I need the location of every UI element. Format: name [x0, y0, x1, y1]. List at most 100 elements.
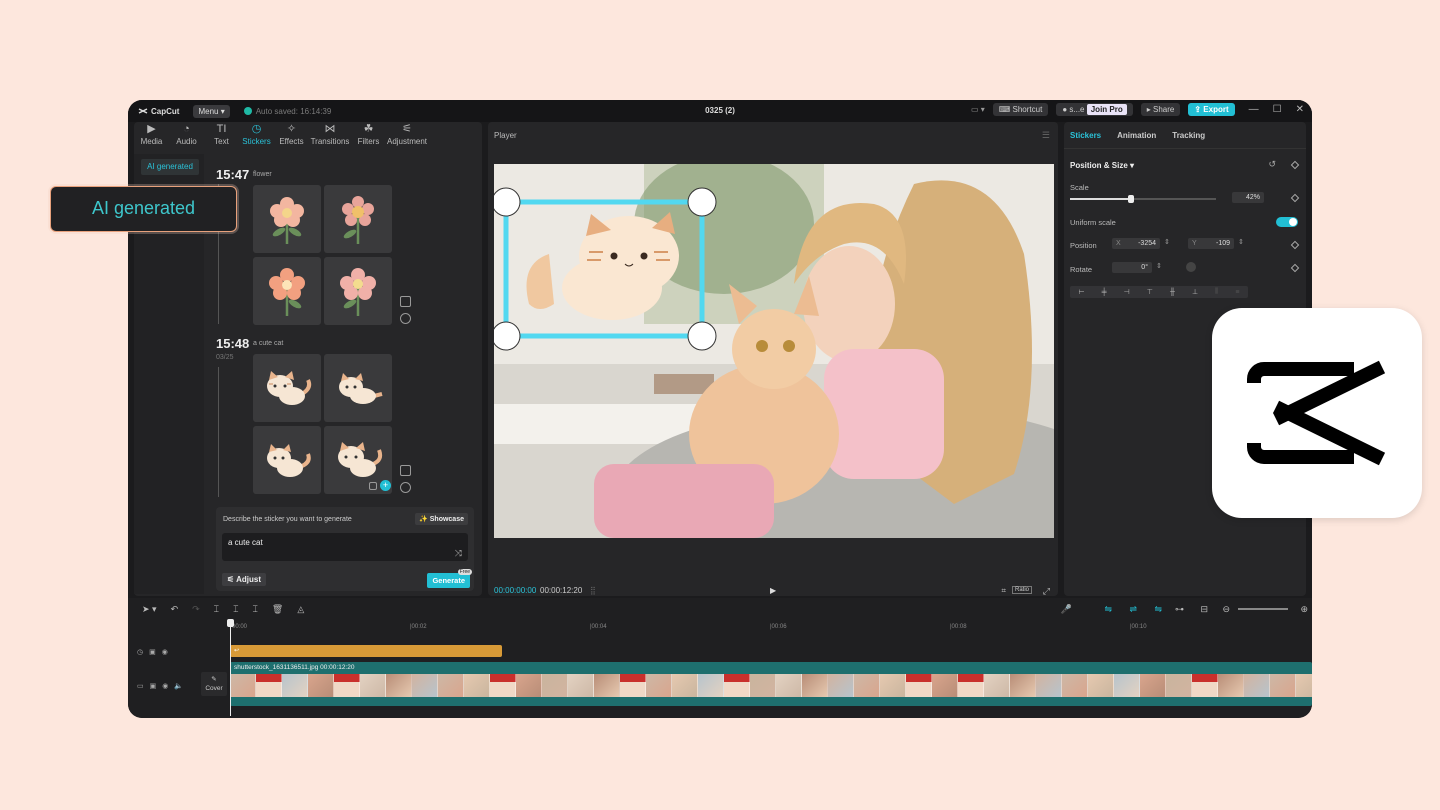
menu-icon[interactable]: ☰: [1042, 130, 1050, 141]
fullscreen-icon[interactable]: ⤢: [1043, 586, 1050, 597]
distribute-h-icon[interactable]: ⫼: [1215, 288, 1218, 296]
maximize-icon[interactable]: ☐: [1273, 104, 1282, 115]
captions-icon[interactable]: ⊟: [1200, 604, 1208, 615]
keyframe-icon[interactable]: [1290, 160, 1300, 170]
position-y-field[interactable]: Y -109: [1188, 238, 1234, 249]
share-button[interactable]: ▸ Share: [1140, 103, 1181, 116]
timecode-icon[interactable]: ⣿: [590, 586, 596, 595]
scale-slider[interactable]: [1070, 195, 1216, 203]
tab-filters[interactable]: ☘ Filters: [351, 124, 386, 147]
scale-slider-knob[interactable]: [1128, 195, 1135, 203]
keyframe-icon[interactable]: [1290, 263, 1300, 273]
zoom-slider[interactable]: [1238, 608, 1288, 610]
adjust-button[interactable]: ⚟ Adjust: [222, 573, 266, 586]
split-right-icon[interactable]: ⌶: [252, 604, 257, 615]
split-icon[interactable]: ⌶: [214, 604, 219, 615]
align-top-icon[interactable]: ⊤: [1147, 288, 1153, 296]
mirror-icon[interactable]: ◬: [297, 604, 304, 615]
align-center-icon[interactable]: ╪: [1102, 289, 1107, 296]
uniform-scale-toggle[interactable]: [1276, 217, 1298, 227]
position-x-field[interactable]: X -3254: [1112, 238, 1160, 249]
distribute-v-icon[interactable]: ≡: [1235, 289, 1239, 296]
export-button[interactable]: ⇪ Export: [1188, 103, 1235, 116]
regenerate-icon[interactable]: [400, 482, 411, 493]
microphone-icon[interactable]: 🎤: [1061, 604, 1072, 615]
tab-tracking[interactable]: Tracking: [1172, 131, 1205, 140]
generate-button[interactable]: Generate: [427, 573, 470, 588]
tab-effects[interactable]: ✧ Effects: [274, 124, 309, 147]
align-right-icon[interactable]: ⊣: [1124, 288, 1130, 296]
edit-icon[interactable]: [400, 465, 411, 476]
preview-axis-icon[interactable]: ⇋: [1154, 604, 1162, 615]
undo-icon[interactable]: ↶: [171, 604, 179, 615]
video-thumbnail: [490, 674, 516, 697]
sticker-clip[interactable]: ↩: [230, 645, 502, 657]
tab-animation[interactable]: Animation: [1117, 131, 1156, 140]
sticker-tile[interactable]: [253, 257, 321, 325]
user-menu[interactable]: ● s...e Join Pro: [1056, 103, 1133, 116]
edit-icon[interactable]: [400, 296, 411, 307]
shuffle-icon[interactable]: ⤨: [455, 548, 462, 559]
scale-value[interactable]: 42%: [1232, 192, 1264, 203]
tab-audio[interactable]: ◔ Audio: [169, 124, 204, 147]
video-thumbnails: [230, 674, 1312, 697]
cover-button[interactable]: ✎ Cover: [201, 672, 227, 696]
video-clip[interactable]: shutterstock_1631136511.jpg 00:00:12:20: [230, 662, 1312, 706]
ratio-button[interactable]: Ratio: [1011, 586, 1032, 594]
playhead-handle[interactable]: [227, 619, 234, 627]
link-icon[interactable]: ⇋: [1104, 604, 1112, 615]
zoom-in-icon[interactable]: ⊕: [1300, 604, 1308, 615]
stepper-icon[interactable]: ⇕: [1156, 262, 1162, 270]
tab-adjustment[interactable]: ⚟ Adjustment: [386, 124, 428, 147]
video-preview[interactable]: [494, 164, 1054, 538]
menu-button[interactable]: Menu ▾: [193, 104, 230, 118]
showcase-button[interactable]: ✨ Showcase: [415, 513, 468, 525]
regenerate-icon[interactable]: [400, 313, 411, 324]
minimize-icon[interactable]: —: [1249, 104, 1259, 115]
sticker-tile[interactable]: [324, 257, 392, 325]
join-pro-button[interactable]: Join Pro: [1086, 104, 1127, 115]
share-label: Share: [1153, 105, 1175, 114]
delete-icon[interactable]: 🗑: [272, 604, 283, 615]
reset-icon[interactable]: ↺: [1268, 159, 1276, 170]
align-bottom-icon[interactable]: ⊥: [1192, 288, 1198, 296]
tab-text[interactable]: TI Text: [204, 124, 239, 147]
sticker-tile[interactable]: [324, 185, 392, 253]
select-tool-icon[interactable]: ➤ ▾: [142, 604, 157, 615]
layout-icon[interactable]: ▭ ▾: [971, 105, 985, 114]
align-middle-icon[interactable]: ╫: [1170, 289, 1175, 296]
close-icon[interactable]: ✕: [1296, 104, 1304, 115]
position-x-label: X: [1116, 240, 1121, 247]
snap-icon[interactable]: ⇌: [1129, 604, 1137, 615]
sticker-tile[interactable]: [253, 185, 321, 253]
sticker-track-controls[interactable]: ◷▣◉: [137, 648, 174, 656]
add-icon[interactable]: +: [380, 480, 391, 491]
split-left-icon[interactable]: ⌶: [233, 604, 238, 615]
rotate-value[interactable]: 0°: [1112, 262, 1152, 273]
focus-icon[interactable]: ⌗: [1001, 586, 1006, 596]
shortcut-button[interactable]: ⌨ Shortcut: [992, 103, 1049, 116]
tab-stickers-inspector[interactable]: Stickers: [1070, 131, 1101, 140]
keyframe-icon[interactable]: [1290, 193, 1300, 203]
align-left-icon[interactable]: ⊢: [1079, 288, 1085, 296]
sidebar-item-ai-generated[interactable]: AI generated: [141, 159, 199, 175]
prompt-input[interactable]: a cute cat ⤨: [222, 533, 468, 561]
stepper-icon[interactable]: ⇕: [1238, 238, 1244, 246]
video-thumbnail: [282, 674, 308, 697]
sticker-tile[interactable]: [324, 354, 392, 422]
split-screen-icon[interactable]: ⊶: [1175, 604, 1184, 615]
zoom-out-icon[interactable]: ⊖: [1222, 604, 1230, 615]
tab-media[interactable]: ▶ Media: [134, 124, 169, 147]
tab-stickers[interactable]: ◷ Stickers: [239, 124, 274, 147]
download-icon[interactable]: [369, 482, 377, 490]
rotate-dial[interactable]: [1186, 262, 1196, 272]
playhead[interactable]: [230, 620, 231, 716]
play-icon[interactable]: ▶: [770, 586, 776, 595]
sticker-tile[interactable]: [253, 426, 321, 494]
redo-icon[interactable]: ↷: [192, 604, 200, 615]
tab-transitions[interactable]: ⋈ Transitions: [309, 124, 351, 147]
keyframe-icon[interactable]: [1290, 240, 1300, 250]
stepper-icon[interactable]: ⇕: [1164, 238, 1170, 246]
video-track-controls[interactable]: ▭▣◉🔈: [137, 682, 189, 690]
sticker-tile[interactable]: [253, 354, 321, 422]
